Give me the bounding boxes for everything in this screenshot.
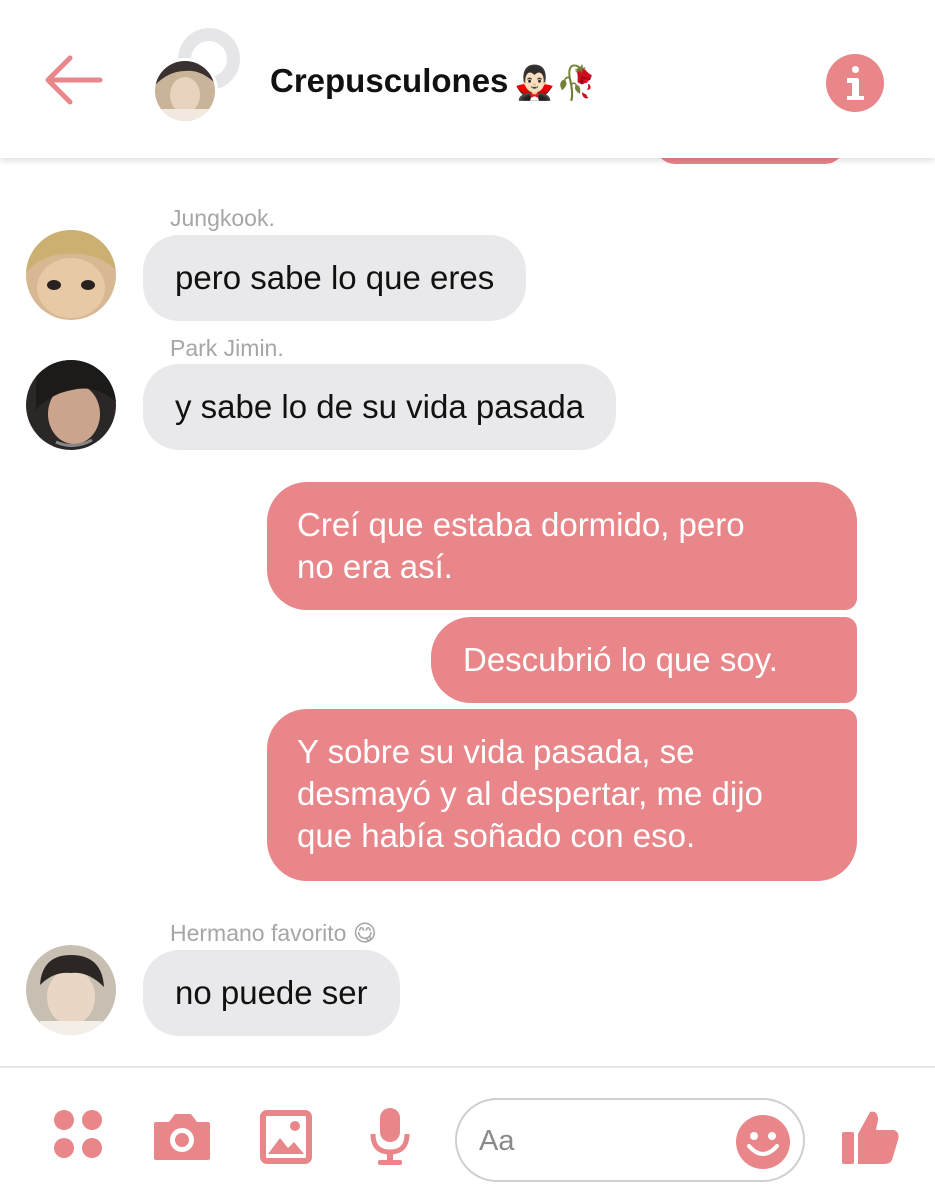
member-avatar [152, 58, 218, 124]
message-line: Descubrió lo que soy. [463, 641, 778, 678]
back-arrow-icon[interactable] [40, 52, 106, 108]
chat-header: Crepusculones 🧛🏻‍♂️🥀 [0, 0, 935, 158]
group-avatar[interactable] [150, 28, 250, 128]
message-line: que había soñado con eso. [297, 817, 696, 854]
sender-name: Jungkook. [170, 205, 275, 231]
message-text: y sabe lo de su vida pasada [175, 388, 585, 425]
sender-name-text: Hermano favorito [170, 920, 347, 946]
image-icon[interactable] [260, 1110, 312, 1169]
avatar-park-jimin[interactable] [26, 360, 116, 450]
message-text: pero sabe lo que eres [175, 259, 495, 296]
message-text: no puede ser [175, 974, 368, 1011]
sender-name: Hermano favorito 😋 [170, 920, 377, 947]
message-bubble-incoming[interactable]: pero sabe lo que eres [143, 235, 527, 321]
camera-icon[interactable] [152, 1112, 212, 1167]
message-line: Y sobre su vida pasada, se [297, 733, 695, 770]
message-bubble-incoming[interactable]: no puede ser [143, 950, 400, 1036]
message-line: desmayó y al despertar, me dijo [297, 775, 763, 812]
message-input[interactable] [477, 1118, 721, 1164]
info-icon[interactable] [826, 54, 884, 112]
chat-title-text: Crepusculones [270, 62, 509, 99]
message-bubble-outgoing[interactable]: Creí que estaba dormido, pero no era así… [267, 482, 857, 610]
sender-name: Park Jimin. [170, 335, 284, 361]
message-bubble-outgoing[interactable]: Descubrió lo que soy. [431, 617, 857, 703]
thumbs-up-icon[interactable] [840, 1108, 900, 1171]
sender-emoji: 😋 [352, 920, 377, 946]
message-line: Creí que estaba dormido, pero [297, 506, 745, 543]
emoji-icon[interactable] [735, 1114, 791, 1175]
microphone-icon[interactable] [368, 1106, 412, 1171]
title-emojis: 🧛🏻‍♂️🥀 [514, 63, 597, 101]
avatar-hermano-favorito[interactable] [26, 945, 116, 1035]
avatar-jungkook[interactable] [26, 230, 116, 320]
composer-bar [0, 1066, 935, 1202]
message-bubble-incoming[interactable]: y sabe lo de su vida pasada [143, 364, 617, 450]
message-input-container[interactable] [455, 1098, 805, 1182]
apps-icon[interactable] [52, 1108, 104, 1165]
chat-title: Crepusculones 🧛🏻‍♂️🥀 [270, 62, 597, 103]
message-line: no era así. [297, 548, 453, 585]
message-bubble-outgoing[interactable]: Y sobre su vida pasada, se desmayó y al … [267, 709, 857, 881]
